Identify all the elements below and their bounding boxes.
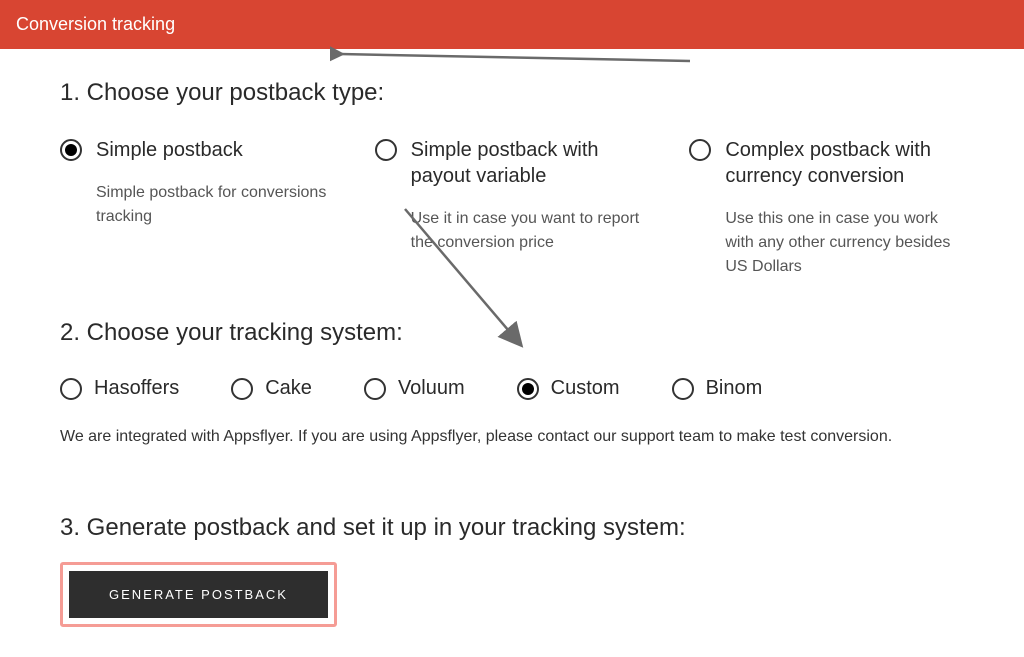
- radio-icon: [60, 139, 82, 161]
- radio-icon: [375, 139, 397, 161]
- radio-desc: Use it in case you want to report the co…: [411, 207, 650, 255]
- radio-icon: [231, 378, 253, 400]
- radio-label: Simple postback: [96, 137, 335, 163]
- appsflyer-note: We are integrated with Appsflyer. If you…: [60, 425, 964, 449]
- page-title: Conversion tracking: [16, 14, 175, 34]
- radio-label: Simple postback with payout variable: [411, 137, 650, 189]
- radio-desc: Simple postback for conversions tracking: [96, 181, 335, 229]
- radio-voluum[interactable]: Voluum: [364, 377, 495, 400]
- radio-icon: [364, 378, 386, 400]
- postback-type-group: Simple postback Simple postback for conv…: [60, 137, 964, 279]
- radio-icon: [517, 378, 539, 400]
- content-area: 1. Choose your postback type: Simple pos…: [0, 49, 1024, 657]
- radio-simple-payout[interactable]: Simple postback with payout variable Use…: [375, 137, 650, 279]
- section1-title: 1. Choose your postback type:: [60, 79, 964, 107]
- tracking-system-group: Hasoffers Cake Voluum Custom Binom: [60, 377, 964, 400]
- section3-title: 3. Generate postback and set it up in yo…: [60, 514, 964, 542]
- generate-postback-button[interactable]: GENERATE POSTBACK: [69, 571, 328, 618]
- radio-cake[interactable]: Cake: [231, 377, 342, 400]
- radio-complex-currency[interactable]: Complex postback with currency conversio…: [689, 137, 964, 279]
- radio-desc: Use this one in case you work with any o…: [725, 207, 964, 279]
- radio-label: Complex postback with currency conversio…: [725, 137, 964, 189]
- radio-icon: [689, 139, 711, 161]
- tracking-label: Voluum: [398, 377, 465, 400]
- button-highlight: GENERATE POSTBACK: [60, 562, 337, 627]
- tracking-label: Hasoffers: [94, 377, 179, 400]
- radio-simple-postback[interactable]: Simple postback Simple postback for conv…: [60, 137, 335, 279]
- radio-hasoffers[interactable]: Hasoffers: [60, 377, 209, 400]
- tracking-label: Binom: [706, 377, 763, 400]
- tracking-label: Custom: [551, 377, 620, 400]
- page-header: Conversion tracking: [0, 0, 1024, 49]
- tracking-label: Cake: [265, 377, 312, 400]
- section2-title: 2. Choose your tracking system:: [60, 319, 964, 347]
- radio-icon: [60, 378, 82, 400]
- radio-binom[interactable]: Binom: [672, 377, 793, 400]
- radio-custom[interactable]: Custom: [517, 377, 650, 400]
- radio-icon: [672, 378, 694, 400]
